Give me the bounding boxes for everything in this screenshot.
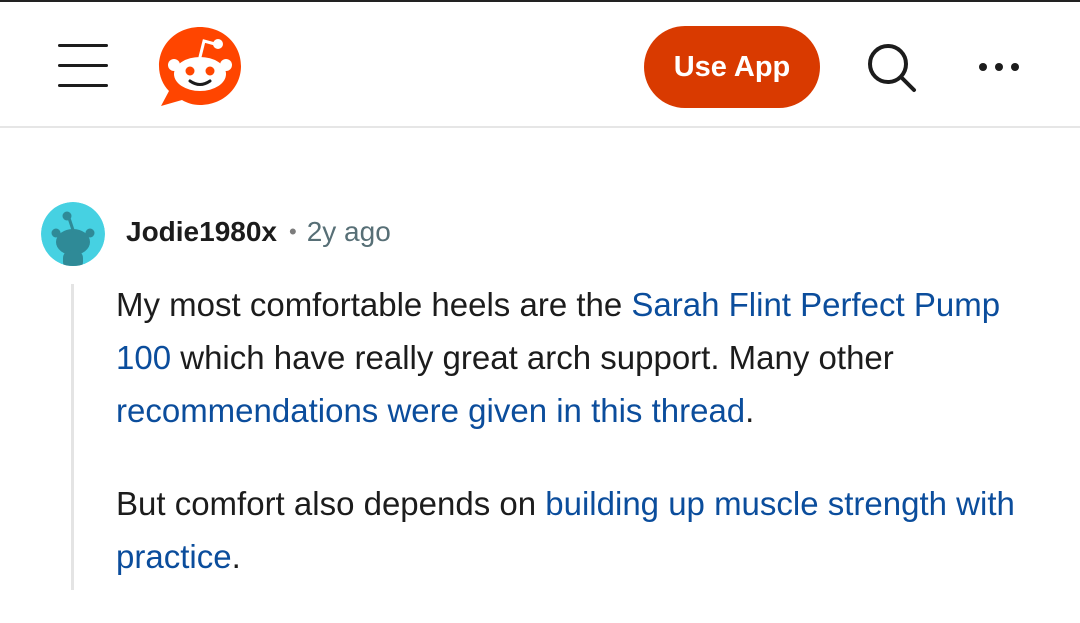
paragraph-text: But comfort also depends on	[116, 485, 546, 522]
comment-paragraph: But comfort also depends on building up …	[116, 477, 1016, 583]
separator-dot: •	[289, 219, 297, 244]
comment: Jodie1980x • 2y ago My most comfortable …	[0, 128, 1080, 590]
paragraph-text: My most comfortable heels are the	[116, 286, 632, 323]
timestamp: 2y ago	[306, 216, 391, 247]
use-app-button[interactable]: Use App	[644, 26, 820, 108]
paragraph-text: which have really great arch support. Ma…	[171, 339, 894, 376]
comment-body: My most comfortable heels are the Sarah …	[116, 278, 1016, 623]
thread-link[interactable]: recommendations were given in this threa…	[116, 392, 745, 429]
paragraph-text: .	[745, 392, 755, 429]
author-name[interactable]: Jodie1980x	[126, 216, 277, 248]
search-icon[interactable]	[864, 40, 920, 96]
more-options-icon[interactable]	[975, 54, 1023, 80]
thread-line[interactable]	[71, 284, 74, 590]
hamburger-menu-icon[interactable]	[58, 44, 108, 90]
comment-meta: Jodie1980x • 2y ago	[126, 212, 391, 252]
comment-paragraph: My most comfortable heels are the Sarah …	[116, 278, 1016, 437]
avatar[interactable]	[41, 202, 105, 266]
paragraph-text: .	[231, 538, 241, 575]
top-navigation-bar: Use App	[0, 0, 1080, 128]
reddit-logo[interactable]	[155, 24, 245, 110]
